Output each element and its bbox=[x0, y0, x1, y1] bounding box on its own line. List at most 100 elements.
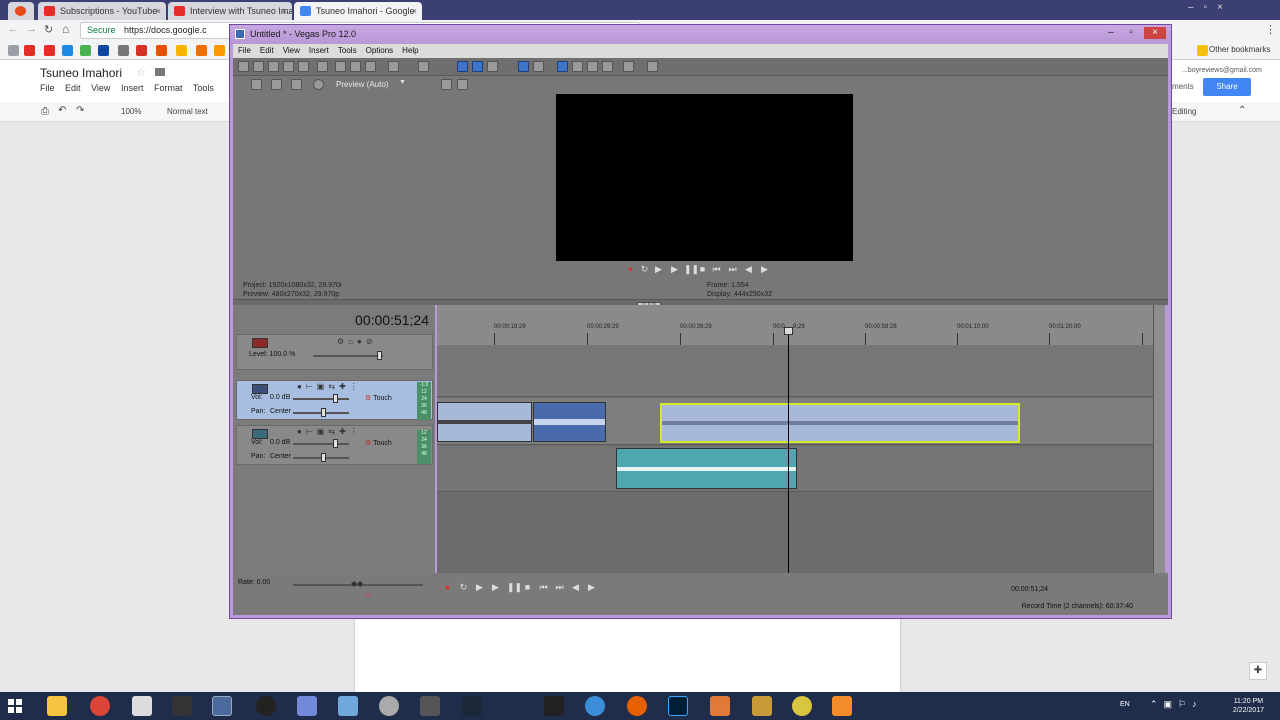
video-preview-display[interactable] bbox=[556, 94, 853, 261]
document-title[interactable]: Tsuneo Imahori bbox=[40, 66, 122, 80]
render-icon[interactable] bbox=[298, 61, 309, 72]
lock-envelopes-icon[interactable] bbox=[518, 61, 529, 72]
record-icon[interactable]: ● bbox=[443, 583, 452, 592]
app-icon[interactable] bbox=[832, 696, 852, 716]
upload-icon[interactable] bbox=[623, 61, 634, 72]
copy-icon[interactable] bbox=[350, 61, 361, 72]
copy-snapshot-icon[interactable] bbox=[441, 79, 452, 90]
app-icon[interactable] bbox=[172, 696, 192, 716]
audio-clip-outlined[interactable] bbox=[660, 403, 1020, 443]
app-icon[interactable] bbox=[338, 696, 358, 716]
youtube-bookmark-icon[interactable] bbox=[24, 45, 35, 56]
clock[interactable]: 11:20 PM 2/22/2017 bbox=[1233, 697, 1264, 715]
normal-edit-tool-icon[interactable] bbox=[557, 61, 568, 72]
bookmark-icon[interactable] bbox=[156, 45, 167, 56]
paste-icon[interactable] bbox=[365, 61, 376, 72]
apps-icon[interactable] bbox=[8, 45, 19, 56]
stop-icon[interactable]: ■ bbox=[523, 583, 532, 592]
vol-slider[interactable] bbox=[293, 443, 349, 445]
play-icon[interactable]: ▶ bbox=[670, 265, 679, 274]
preview-properties-icon[interactable] bbox=[251, 79, 262, 90]
ignore-grouping-icon[interactable] bbox=[533, 61, 544, 72]
zoom-select[interactable]: 100% bbox=[121, 107, 141, 116]
explore-icon[interactable]: ✚ bbox=[1249, 662, 1267, 680]
pan-slider-knob[interactable] bbox=[321, 408, 326, 417]
vol-slider-knob[interactable] bbox=[333, 439, 338, 448]
app-icon[interactable] bbox=[585, 696, 605, 716]
previous-frame-icon[interactable]: ◀ bbox=[571, 583, 580, 592]
bookmark-icon[interactable] bbox=[62, 45, 73, 56]
open-icon[interactable] bbox=[253, 61, 264, 72]
forward-icon[interactable]: → bbox=[26, 23, 37, 35]
file-explorer-icon[interactable] bbox=[47, 696, 67, 716]
editing-mode[interactable]: Editing bbox=[1172, 107, 1196, 116]
track-fx-icons[interactable]: ●⊢▣⇆✚⋮ bbox=[297, 382, 362, 391]
language-indicator[interactable]: EN bbox=[1120, 701, 1130, 708]
share-button[interactable]: Share bbox=[1203, 78, 1251, 96]
docs-menu-tools[interactable]: Tools bbox=[193, 83, 214, 93]
maximize-icon[interactable]: ▫ bbox=[1122, 27, 1140, 39]
bookmark-icon[interactable] bbox=[176, 45, 187, 56]
discord-icon[interactable] bbox=[297, 696, 317, 716]
automation-mode[interactable]: ⚙ Touch bbox=[365, 439, 392, 447]
new-project-icon[interactable] bbox=[238, 61, 249, 72]
docs-menu-edit[interactable]: Edit bbox=[65, 83, 81, 93]
dropdown-arrow-icon[interactable]: ▼ bbox=[399, 79, 406, 86]
windows-start-icon[interactable] bbox=[8, 699, 22, 713]
app-icon[interactable] bbox=[752, 696, 772, 716]
playhead-cursor[interactable] bbox=[788, 327, 789, 577]
bookmark-icon[interactable] bbox=[98, 45, 109, 56]
play-icon[interactable]: ▶ bbox=[491, 583, 500, 592]
properties-icon[interactable] bbox=[317, 61, 328, 72]
star-icon[interactable]: ☆ bbox=[136, 66, 146, 79]
timeline-vertical-scrollbar[interactable] bbox=[1153, 305, 1165, 595]
play-from-start-icon[interactable]: ▶ bbox=[475, 583, 484, 592]
audio-clip-selected[interactable] bbox=[533, 402, 606, 442]
bookmark-icon[interactable] bbox=[214, 45, 225, 56]
split-screen-icon[interactable] bbox=[291, 79, 302, 90]
redo-icon[interactable] bbox=[418, 61, 429, 72]
cut-icon[interactable] bbox=[335, 61, 346, 72]
style-select[interactable]: Normal text bbox=[167, 107, 208, 116]
overlays-icon[interactable] bbox=[313, 79, 324, 90]
pan-value[interactable]: Center bbox=[270, 408, 291, 415]
close-tab-icon[interactable]: × bbox=[156, 2, 161, 20]
preview-quality-select[interactable]: Preview (Auto) bbox=[336, 80, 388, 89]
docs-menu-insert[interactable]: Insert bbox=[121, 83, 144, 93]
pause-icon[interactable]: ❚❚ bbox=[507, 583, 522, 592]
audio-clip-teal[interactable] bbox=[616, 448, 797, 489]
stop-icon[interactable]: ■ bbox=[698, 265, 707, 274]
bookmark-icon[interactable] bbox=[196, 45, 207, 56]
external-monitor-icon[interactable] bbox=[271, 79, 282, 90]
print-icon[interactable]: ⎙ bbox=[41, 106, 49, 117]
track-header-audio-1[interactable]: Vol: 0.0 dB ⚙ Touch Pan: Center ●⊢▣⇆✚⋮ -… bbox=[236, 380, 433, 420]
menu-tools[interactable]: Tools bbox=[333, 44, 361, 55]
menu-edit[interactable]: Edit bbox=[255, 44, 278, 55]
close-tab-icon[interactable]: × bbox=[412, 2, 417, 20]
undo-icon[interactable]: ↶ bbox=[58, 105, 66, 116]
go-to-start-icon[interactable]: ⏮ bbox=[539, 583, 548, 592]
redo-icon[interactable]: ↷ bbox=[76, 105, 84, 116]
bookmark-icon[interactable] bbox=[118, 45, 129, 56]
app-icon[interactable] bbox=[420, 696, 440, 716]
vegas-taskbar-icon[interactable] bbox=[212, 696, 232, 716]
save-as-icon[interactable] bbox=[283, 61, 294, 72]
next-frame-icon[interactable]: ▶ bbox=[587, 583, 596, 592]
other-bookmarks[interactable]: Other bookmarks bbox=[1209, 45, 1270, 54]
track-fx-icons[interactable]: ⚙⌂●⊘ bbox=[337, 337, 377, 346]
docs-menu-format[interactable]: Format bbox=[154, 83, 183, 93]
bookmark-icon[interactable] bbox=[44, 45, 55, 56]
menu-options[interactable]: Options bbox=[361, 44, 398, 55]
browser-window-controls[interactable]: –▫× bbox=[1188, 2, 1278, 16]
home-icon[interactable]: ⌂ bbox=[62, 22, 69, 36]
bookmark-icon[interactable] bbox=[80, 45, 91, 56]
playhead-handle[interactable] bbox=[784, 327, 793, 335]
track-header-audio-2[interactable]: Vol: 0.0 dB ⚙ Touch Pan: Center ●⊢▣⇆✚⋮ 1… bbox=[236, 425, 433, 465]
collapse-icon[interactable]: ⌃ bbox=[1238, 105, 1246, 116]
app-icon[interactable] bbox=[379, 696, 399, 716]
loop-icon[interactable]: ↻ bbox=[640, 265, 649, 274]
previous-frame-icon[interactable]: ◀ bbox=[744, 265, 753, 274]
close-tab-icon[interactable]: × bbox=[282, 2, 287, 20]
go-to-end-icon[interactable]: ⏭ bbox=[555, 583, 564, 592]
save-icon[interactable] bbox=[268, 61, 279, 72]
